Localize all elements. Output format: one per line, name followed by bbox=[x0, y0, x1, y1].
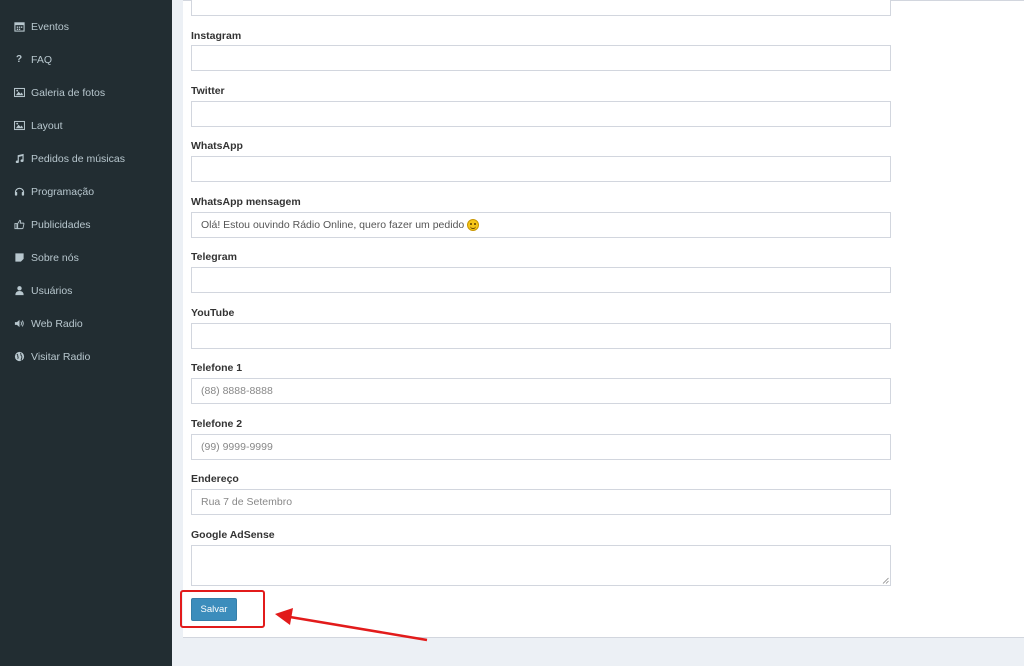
sidebar-item-webradio[interactable]: Web Radio bbox=[0, 307, 172, 340]
resize-grip-icon[interactable] bbox=[882, 577, 889, 584]
whatsapp-input[interactable] bbox=[191, 156, 891, 182]
sidebar-item-programacao[interactable]: Programação bbox=[0, 175, 172, 208]
instagram-label: Instagram bbox=[191, 30, 242, 42]
adsense-textarea[interactable] bbox=[191, 545, 891, 586]
sidebar-item-pedidos[interactable]: Pedidos de músicas bbox=[0, 142, 172, 175]
previous-field-input[interactable] bbox=[191, 0, 891, 16]
sidebar-item-label: Eventos bbox=[31, 20, 69, 33]
volume-icon bbox=[13, 318, 25, 330]
whatsapp-message-label: WhatsApp mensagem bbox=[191, 196, 301, 208]
sidebar-item-label: Publicidades bbox=[31, 218, 91, 231]
sidebar-item-label: Sobre nós bbox=[31, 251, 79, 264]
image-icon bbox=[13, 120, 25, 132]
instagram-input[interactable] bbox=[191, 45, 891, 71]
image-icon bbox=[13, 87, 25, 99]
sidebar-item-label: Web Radio bbox=[31, 317, 83, 330]
youtube-input[interactable] bbox=[191, 323, 891, 349]
sidebar-item-label: Pedidos de músicas bbox=[31, 152, 125, 165]
whatsapp-message-value: Olá! Estou ouvindo Rádio Online, quero f… bbox=[201, 219, 465, 231]
adsense-label: Google AdSense bbox=[191, 529, 275, 541]
globe-icon bbox=[13, 351, 25, 363]
sidebar-item-label: Layout bbox=[31, 119, 63, 132]
twitter-label: Twitter bbox=[191, 85, 225, 97]
annotation-highlight-box bbox=[180, 590, 265, 628]
sticky-note-icon bbox=[13, 252, 25, 264]
headphones-icon bbox=[13, 186, 25, 198]
sidebar-item-label: Visitar Radio bbox=[31, 350, 91, 363]
telegram-input[interactable] bbox=[191, 267, 891, 293]
sidebar-item-faq[interactable]: ? FAQ bbox=[0, 43, 172, 76]
question-icon: ? bbox=[15, 54, 23, 65]
sidebar-item-label: Programação bbox=[31, 185, 95, 198]
sidebar-item-label: Galeria de fotos bbox=[31, 86, 106, 99]
sidebar: Eventos ? FAQ Galeria de fotos Layout Pe… bbox=[0, 0, 172, 666]
sidebar-item-publicidades[interactable]: Publicidades bbox=[0, 208, 172, 241]
endereco-label: Endereço bbox=[191, 473, 239, 485]
telefone2-label: Telefone 2 bbox=[191, 418, 243, 430]
sidebar-item-layout[interactable]: Layout bbox=[0, 109, 172, 142]
telegram-label: Telegram bbox=[191, 251, 237, 263]
sidebar-item-usuarios[interactable]: Usuários bbox=[0, 274, 172, 307]
settings-form-panel: Instagram Twitter WhatsApp WhatsApp mens… bbox=[183, 0, 1024, 638]
youtube-label: YouTube bbox=[191, 307, 235, 319]
twitter-input[interactable] bbox=[191, 101, 891, 127]
telefone1-input[interactable]: (88) 8888-8888 bbox=[191, 378, 891, 404]
smiley-emoji-icon bbox=[467, 219, 480, 231]
sidebar-item-galeria[interactable]: Galeria de fotos bbox=[0, 76, 172, 109]
sidebar-item-visitar[interactable]: Visitar Radio bbox=[0, 340, 172, 373]
sidebar-item-label: Usuários bbox=[31, 284, 73, 297]
user-icon bbox=[13, 285, 25, 297]
thumbs-up-icon bbox=[13, 219, 25, 231]
whatsapp-label: WhatsApp bbox=[191, 140, 243, 152]
telefone1-label: Telefone 1 bbox=[191, 362, 243, 374]
sidebar-item-sobre[interactable]: Sobre nós bbox=[0, 241, 172, 274]
telefone2-input[interactable]: (99) 9999-9999 bbox=[191, 434, 891, 460]
endereco-input[interactable]: Rua 7 de Setembro bbox=[191, 489, 891, 515]
music-icon bbox=[13, 153, 25, 165]
calendar-icon bbox=[13, 21, 25, 33]
whatsapp-message-input[interactable]: Olá! Estou ouvindo Rádio Online, quero f… bbox=[191, 212, 891, 238]
sidebar-item-label: FAQ bbox=[31, 53, 53, 66]
sidebar-item-eventos[interactable]: Eventos bbox=[0, 10, 172, 43]
